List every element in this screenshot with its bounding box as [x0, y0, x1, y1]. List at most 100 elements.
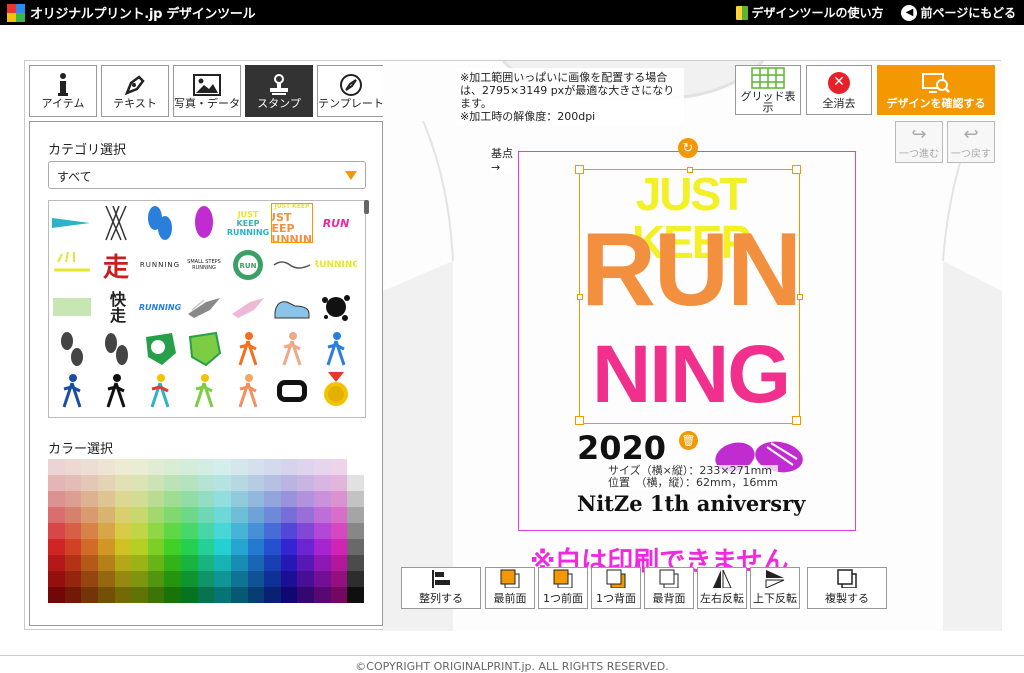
clear-all-button[interactable]: ✕ 全消去 — [806, 65, 872, 115]
color-swatch[interactable] — [114, 459, 132, 475]
stamp-item[interactable] — [183, 287, 225, 327]
color-swatch[interactable] — [97, 523, 115, 539]
resize-handle[interactable] — [687, 167, 693, 173]
color-swatch[interactable] — [97, 475, 115, 491]
stamp-item[interactable]: SMALL STEPS RUNNING — [183, 245, 225, 285]
color-swatch[interactable] — [330, 539, 348, 555]
color-swatch[interactable] — [131, 459, 148, 475]
color-swatch[interactable] — [264, 587, 281, 603]
color-swatch[interactable] — [181, 571, 198, 587]
color-swatch[interactable] — [97, 587, 115, 603]
color-swatch[interactable] — [81, 459, 98, 475]
color-swatch[interactable] — [264, 571, 281, 587]
color-swatch[interactable] — [347, 459, 364, 475]
resize-handle[interactable] — [792, 416, 801, 425]
stamp-item[interactable] — [227, 371, 269, 411]
color-swatch[interactable] — [214, 555, 231, 571]
tab-item[interactable]: アイテム — [29, 65, 97, 117]
stamp-item[interactable] — [95, 371, 137, 411]
color-swatch[interactable] — [347, 523, 364, 539]
trash-icon[interactable]: 🗑 — [679, 431, 698, 450]
stamp-item[interactable]: 走 — [95, 245, 137, 285]
color-swatch[interactable] — [347, 539, 364, 555]
color-swatch[interactable] — [164, 491, 182, 507]
color-swatch[interactable] — [114, 539, 132, 555]
color-swatch[interactable] — [314, 491, 331, 507]
color-swatch[interactable] — [181, 475, 198, 491]
color-swatch[interactable] — [147, 555, 165, 571]
stamp-item[interactable] — [271, 287, 313, 327]
stamp-item[interactable]: RUN — [227, 245, 269, 285]
color-swatch[interactable] — [147, 523, 165, 539]
color-swatch[interactable] — [147, 459, 165, 475]
color-swatch[interactable] — [197, 507, 215, 523]
color-swatch[interactable] — [264, 539, 281, 555]
stamp-item[interactable] — [227, 329, 269, 369]
color-swatch[interactable] — [64, 571, 82, 587]
stamp-item[interactable] — [51, 287, 93, 327]
tab-photo[interactable]: 写真・データ — [173, 65, 241, 117]
color-swatch[interactable] — [314, 555, 331, 571]
color-swatch[interactable] — [48, 523, 65, 539]
color-swatch[interactable] — [230, 459, 248, 475]
color-swatch[interactable] — [247, 555, 265, 571]
color-swatch[interactable] — [247, 571, 265, 587]
color-swatch[interactable] — [230, 587, 248, 603]
color-swatch[interactable] — [314, 523, 331, 539]
color-swatch[interactable] — [230, 523, 248, 539]
color-swatch[interactable] — [97, 507, 115, 523]
resize-handle[interactable] — [792, 165, 801, 174]
color-swatch[interactable] — [297, 571, 315, 587]
flip-horizontal-button[interactable]: 左右反転 — [697, 567, 747, 609]
color-swatch[interactable] — [64, 507, 82, 523]
stamp-item[interactable] — [183, 203, 225, 243]
color-swatch[interactable] — [131, 571, 148, 587]
color-swatch[interactable] — [280, 539, 298, 555]
color-swatch[interactable] — [247, 507, 265, 523]
color-swatch[interactable] — [214, 523, 231, 539]
color-swatch[interactable] — [230, 507, 248, 523]
stamp-item[interactable] — [315, 329, 357, 369]
color-swatch[interactable] — [264, 475, 281, 491]
stamp-item[interactable] — [51, 329, 93, 369]
stamp-item[interactable]: JUST KEEP RUNNING — [227, 203, 269, 243]
color-swatch[interactable] — [164, 475, 182, 491]
color-swatch[interactable] — [247, 523, 265, 539]
color-swatch[interactable] — [297, 555, 315, 571]
stamp-item[interactable] — [51, 203, 93, 243]
color-swatch[interactable] — [181, 555, 198, 571]
stamp-item[interactable] — [271, 245, 313, 285]
stamp-item[interactable] — [227, 287, 269, 327]
color-swatch[interactable] — [297, 539, 315, 555]
color-swatch[interactable] — [247, 459, 265, 475]
color-swatch[interactable] — [147, 587, 165, 603]
stamp-item[interactable] — [139, 371, 181, 411]
resize-handle[interactable] — [575, 165, 584, 174]
color-swatch[interactable] — [131, 523, 148, 539]
category-select[interactable]: すべて — [48, 161, 366, 189]
color-swatch[interactable] — [297, 523, 315, 539]
color-swatch[interactable] — [264, 555, 281, 571]
tab-template[interactable]: テンプレート — [317, 65, 385, 117]
color-swatch[interactable] — [81, 587, 98, 603]
resize-handle[interactable] — [575, 416, 584, 425]
color-swatch[interactable] — [164, 587, 182, 603]
color-swatch[interactable] — [347, 475, 364, 491]
guide-link[interactable]: デザインツールの使い方 — [736, 4, 883, 21]
color-swatch[interactable] — [197, 523, 215, 539]
color-swatch[interactable] — [314, 539, 331, 555]
color-swatch[interactable] — [264, 523, 281, 539]
color-swatch[interactable] — [81, 539, 98, 555]
color-swatch[interactable] — [64, 539, 82, 555]
color-swatch[interactable] — [48, 587, 65, 603]
color-swatch[interactable] — [314, 507, 331, 523]
color-swatch[interactable] — [330, 523, 348, 539]
color-swatch[interactable] — [114, 523, 132, 539]
color-swatch[interactable] — [264, 459, 281, 475]
color-swatch[interactable] — [214, 475, 231, 491]
stamp-item[interactable]: RUNNING — [315, 245, 357, 285]
color-swatch[interactable] — [347, 507, 364, 523]
logo[interactable]: オリジナルプリント.jp デザインツール — [7, 3, 256, 22]
color-swatch[interactable] — [314, 587, 331, 603]
color-swatch[interactable] — [114, 507, 132, 523]
